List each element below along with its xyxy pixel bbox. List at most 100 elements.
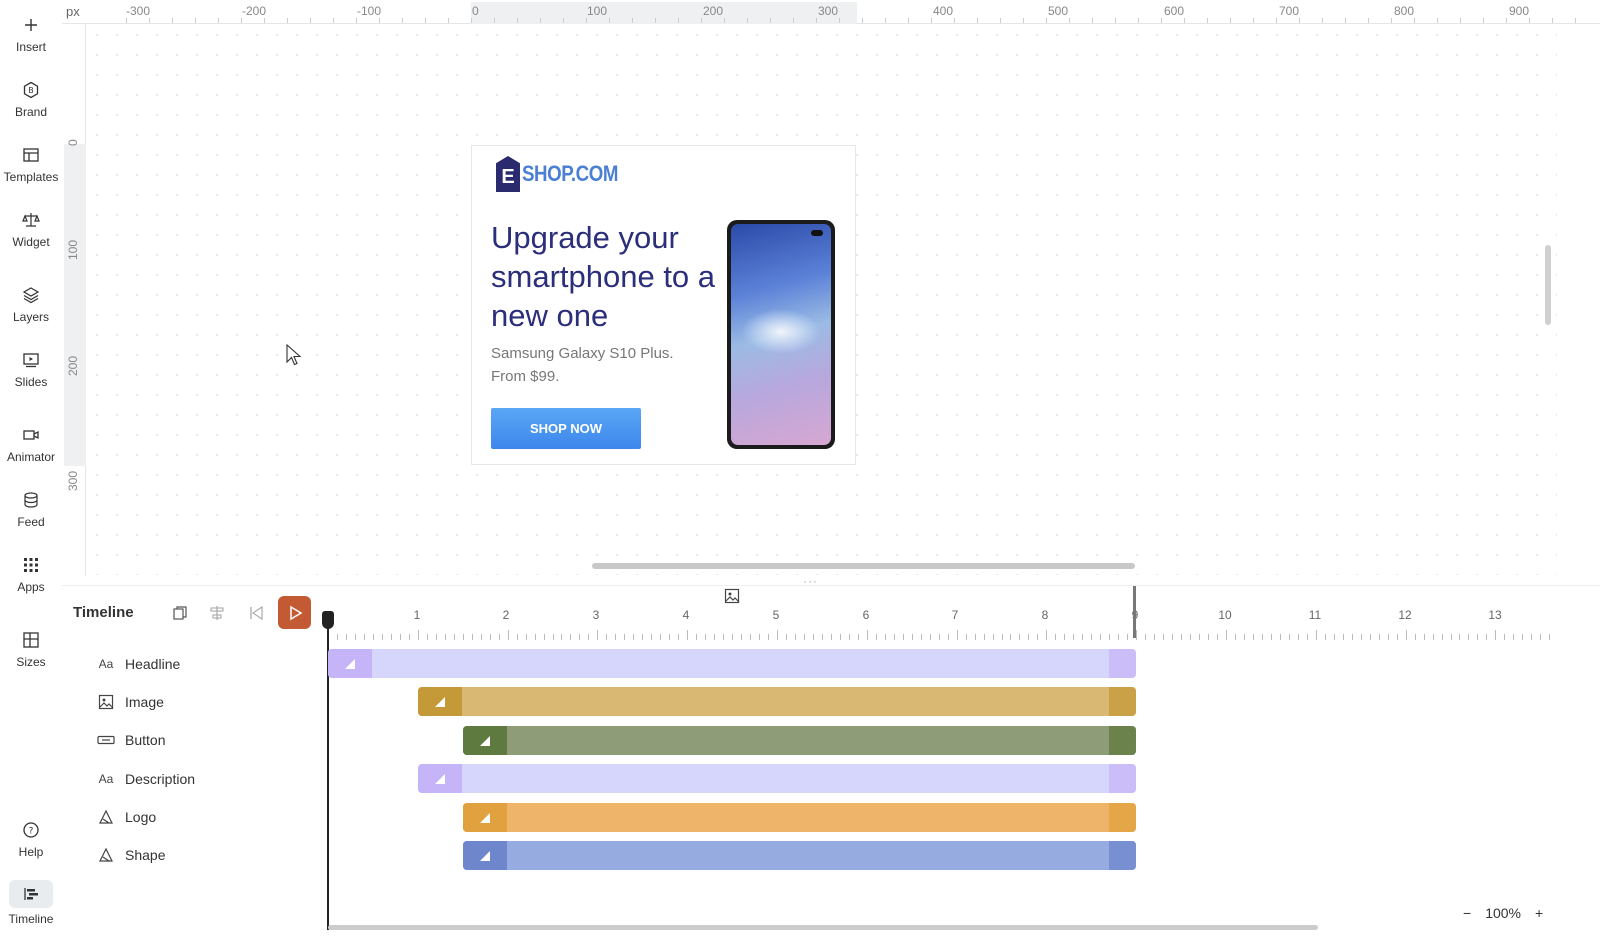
timeline-layer-shape[interactable]: Shape — [97, 844, 165, 866]
sidebar-item-apps[interactable]: Apps — [0, 556, 62, 594]
sidebar-item-templates[interactable]: Templates — [0, 146, 62, 184]
sidebar-item-label: Templates — [3, 170, 59, 184]
layer-label: Description — [125, 771, 196, 787]
timeline-tick — [1181, 634, 1183, 640]
sidebar-item-timeline[interactable]: Timeline — [0, 880, 62, 926]
sidebar-item-label: Widget — [12, 235, 50, 249]
ad-banner[interactable]: E SHOP.COM Upgrade your smartphone to a … — [471, 145, 856, 465]
timeline-bar-headline[interactable] — [328, 649, 1137, 678]
timeline-tick — [399, 634, 401, 640]
bar-end-handle[interactable] — [1109, 803, 1137, 832]
timeline-layer-button[interactable]: Button — [97, 729, 165, 751]
bar-start-handle[interactable] — [328, 649, 372, 678]
ruler-tick-label: 700 — [1279, 4, 1300, 18]
timeline-horizontal-scrollbar[interactable] — [328, 925, 1318, 930]
bar-end-handle[interactable] — [1109, 649, 1137, 678]
timeline-layer-image[interactable]: Image — [97, 691, 164, 713]
bar-start-handle[interactable] — [417, 764, 462, 793]
timeline-tick — [417, 630, 419, 640]
ruler-tick — [793, 18, 794, 23]
duplicate-button[interactable] — [169, 602, 191, 624]
timeline-tick — [498, 634, 500, 640]
timeline-resize-handle[interactable]: ··· — [803, 574, 818, 588]
bar-start-handle[interactable] — [462, 841, 507, 870]
timeline-layer-logo[interactable]: Logo — [97, 806, 156, 828]
bar-start-handle[interactable] — [462, 803, 507, 832]
timeline-layer-headline[interactable]: Aa Headline — [97, 653, 181, 675]
timeline-tick — [902, 634, 904, 640]
ruler-tick — [425, 18, 426, 23]
layer-label: Button — [125, 732, 166, 748]
phone-camera — [811, 230, 823, 236]
ad-headline[interactable]: Upgrade your smartphone to a new one — [491, 218, 721, 335]
bar-end-handle[interactable] — [1109, 726, 1137, 755]
playhead-handle[interactable] — [322, 611, 334, 629]
timeline-tick — [426, 634, 428, 640]
ruler-tick — [1345, 18, 1346, 23]
ruler-tick — [1161, 18, 1162, 23]
ad-description[interactable]: Samsung Galaxy S10 Plus. From $99. — [491, 342, 701, 388]
timeline-bar-logo[interactable] — [462, 803, 1137, 832]
timeline-tick — [1118, 634, 1120, 640]
sidebar-item-layers[interactable]: Layers — [0, 286, 62, 324]
timeline-tick — [1217, 634, 1219, 640]
ruler-tick-label: 200 — [703, 4, 724, 18]
timeline-tick — [884, 634, 886, 640]
timeline-scale[interactable]: 1 2 3 4 5 6 7 8 9 10 11 12 13 — [328, 604, 1553, 640]
shop-logo[interactable]: E SHOP.COM — [496, 156, 635, 192]
timeline-tick — [1019, 634, 1021, 640]
bar-end-handle[interactable] — [1109, 841, 1137, 870]
ruler-tick — [241, 18, 242, 23]
timeline-tick — [462, 634, 464, 640]
align-button[interactable] — [206, 602, 228, 624]
zoom-out-button[interactable]: − — [1463, 905, 1471, 921]
timeline-tick — [938, 634, 940, 640]
timeline-tick — [1252, 634, 1254, 640]
timeline-tick — [821, 634, 823, 640]
timeline-bar-shape[interactable] — [462, 841, 1137, 870]
bar-start-handle[interactable] — [417, 687, 462, 716]
timeline-tick — [723, 634, 725, 640]
timeline-end-marker[interactable] — [1133, 586, 1136, 638]
rewind-button[interactable] — [245, 602, 267, 624]
play-button[interactable] — [278, 596, 311, 629]
canvas-vertical-scrollbar[interactable] — [1545, 245, 1551, 325]
sidebar-item-widget[interactable]: Widget — [0, 211, 62, 249]
timeline-tick — [1163, 634, 1165, 640]
image-marker-icon[interactable] — [724, 588, 740, 604]
timeline-tick — [911, 634, 913, 640]
align-icon — [210, 606, 224, 620]
timeline-second-label: 6 — [862, 608, 870, 622]
ruler-tick — [126, 18, 127, 23]
shop-now-button[interactable]: SHOP NOW — [491, 408, 641, 449]
sidebar-item-brand[interactable]: B Brand — [0, 81, 62, 119]
timeline-tick — [1414, 634, 1416, 640]
bar-end-handle[interactable] — [1109, 764, 1137, 793]
sidebar-item-animator[interactable]: Animator — [0, 426, 62, 464]
brand-badge-icon: B — [23, 81, 39, 99]
timeline-bar-button[interactable] — [462, 726, 1137, 755]
slides-icon — [23, 353, 39, 368]
sidebar-item-feed[interactable]: Feed — [0, 491, 62, 529]
sidebar-item-insert[interactable]: Insert — [0, 16, 62, 54]
bar-start-handle[interactable] — [462, 726, 507, 755]
sidebar-item-label: Slides — [14, 375, 48, 389]
timeline-tick — [1306, 634, 1308, 640]
sidebar-item-label: Sizes — [16, 655, 46, 669]
sidebar-item-slides[interactable]: Slides — [0, 351, 62, 389]
timeline-bar-description[interactable] — [417, 764, 1137, 793]
timeline-tick — [1001, 634, 1003, 640]
canvas-horizontal-scrollbar[interactable] — [592, 563, 1135, 569]
timeline-bar-image[interactable] — [417, 687, 1137, 716]
zoom-in-button[interactable]: + — [1535, 905, 1543, 921]
sidebar-item-help[interactable]: ? Help — [0, 821, 62, 859]
timeline-tick — [1531, 634, 1533, 640]
sidebar-item-sizes[interactable]: Sizes — [0, 631, 62, 669]
ruler-tick — [1138, 18, 1139, 23]
timeline-title: Timeline — [73, 604, 134, 621]
ruler-tick-label: 0 — [66, 139, 80, 146]
ruler-tick — [678, 18, 679, 23]
bar-end-handle[interactable] — [1109, 687, 1137, 716]
phone-image[interactable] — [727, 220, 835, 449]
timeline-layer-description[interactable]: Aa Description — [97, 768, 195, 790]
